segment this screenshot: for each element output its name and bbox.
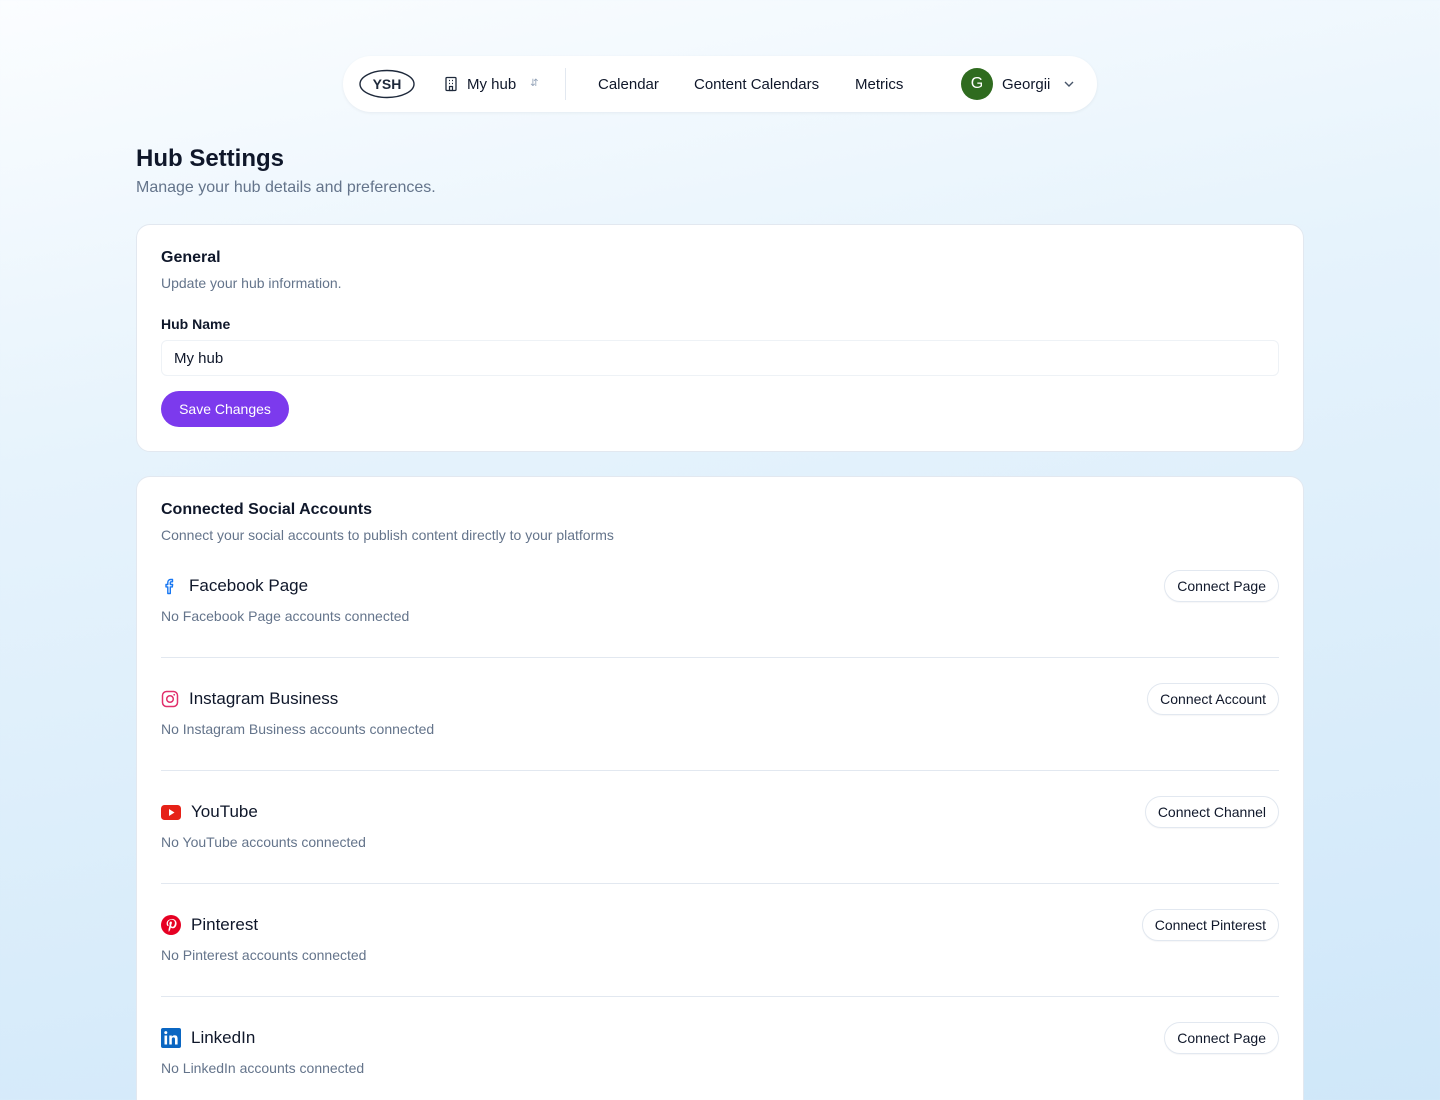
general-title: General	[161, 249, 221, 266]
divider	[161, 996, 1279, 997]
platform-name: LinkedIn	[191, 1028, 256, 1047]
user-menu[interactable]: G Georgii	[961, 68, 1075, 100]
connect-pinterest-button[interactable]: Connect Pinterest	[1141, 909, 1279, 941]
platform-status: No YouTube accounts connected	[161, 834, 366, 850]
avatar: G	[961, 68, 993, 100]
user-name: Georgii	[1002, 75, 1051, 93]
instagram-icon	[161, 690, 179, 708]
general-card: General Update your hub information. Hub…	[136, 224, 1304, 452]
nav-link-content-calendars[interactable]: Content Calendars	[694, 56, 819, 112]
youtube-icon	[161, 803, 181, 821]
hub-switcher-label: My hub	[467, 75, 517, 93]
chevron-down-icon	[1064, 81, 1074, 87]
building-icon	[445, 76, 457, 92]
nav-link-calendar[interactable]: Calendar	[598, 56, 659, 112]
save-changes-button[interactable]: Save Changes	[161, 391, 289, 427]
hub-name-input[interactable]	[161, 340, 1279, 376]
connect-instagram-button[interactable]: Connect Account	[1147, 683, 1279, 715]
platform-status: No LinkedIn accounts connected	[161, 1060, 365, 1076]
linkedin-icon	[161, 1028, 181, 1048]
social-accounts-card: Connected Social Accounts Connect your s…	[136, 476, 1304, 1100]
svg-text:YSH: YSH	[373, 76, 402, 92]
page-subtitle: Manage your hub details and preferences.	[136, 179, 436, 196]
facebook-icon	[161, 577, 179, 595]
platform-name: Facebook Page	[189, 576, 309, 595]
social-subtitle: Connect your social accounts to publish …	[161, 527, 614, 543]
pinterest-icon	[161, 915, 181, 935]
platform-name: Instagram Business	[189, 689, 339, 708]
nav-divider	[565, 68, 566, 100]
divider	[161, 883, 1279, 884]
general-subtitle: Update your hub information.	[161, 275, 342, 291]
top-nav: YSH My hub ⇵ Calendar Content Calendars …	[343, 56, 1097, 112]
hub-name-label: Hub Name	[161, 316, 231, 332]
chevron-up-down-icon: ⇵	[530, 78, 539, 89]
connect-facebook-button[interactable]: Connect Page	[1164, 570, 1279, 602]
page-title: Hub Settings	[136, 145, 284, 172]
nav-link-metrics[interactable]: Metrics	[855, 56, 903, 112]
platform-status: No Pinterest accounts connected	[161, 947, 367, 963]
connect-linkedin-button[interactable]: Connect Page	[1164, 1022, 1279, 1054]
divider	[161, 657, 1279, 658]
platform-name: YouTube	[191, 802, 258, 821]
hub-switcher[interactable]: My hub ⇵	[443, 56, 539, 112]
social-title: Connected Social Accounts	[161, 501, 372, 518]
divider	[161, 770, 1279, 771]
ysh-logo[interactable]: YSH	[359, 69, 415, 99]
platform-status: No Instagram Business accounts connected	[161, 721, 435, 737]
platform-status: No Facebook Page accounts connected	[161, 608, 410, 624]
platform-name: Pinterest	[191, 915, 259, 934]
connect-youtube-button[interactable]: Connect Channel	[1144, 796, 1279, 828]
